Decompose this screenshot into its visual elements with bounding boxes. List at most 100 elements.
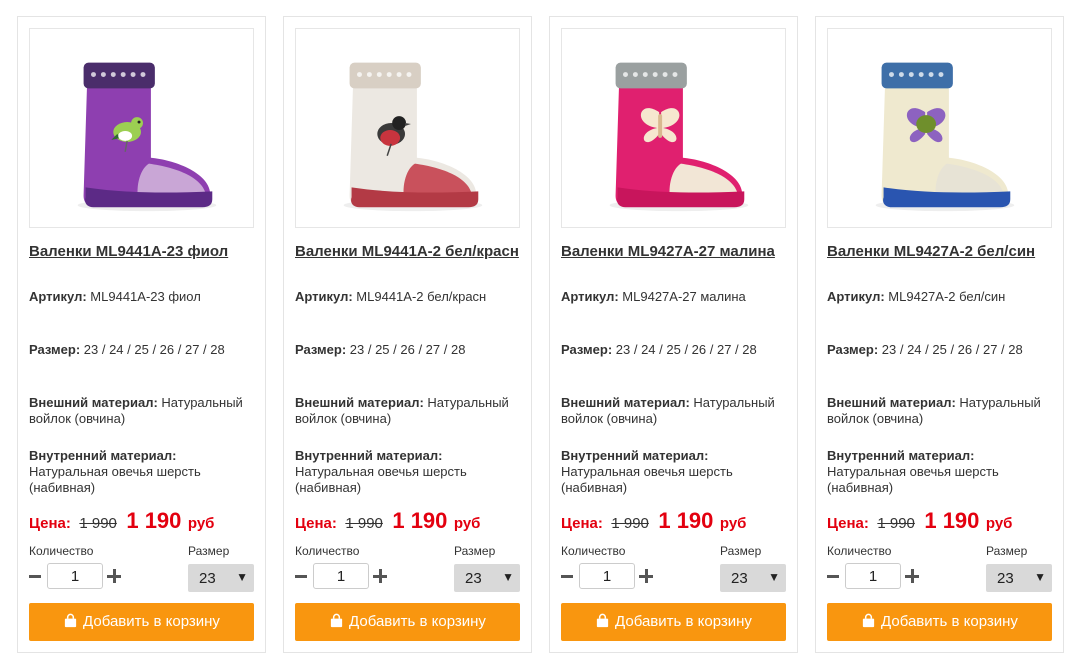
quantity-label: Количество: [295, 544, 360, 558]
price-label: Цена:: [827, 515, 869, 532]
quantity-label: Количество: [827, 544, 892, 558]
inner-material-label: Внутренний материал:: [295, 448, 443, 463]
add-to-cart-label: Добавить в корзину: [615, 613, 752, 630]
size-select[interactable]: 23 ▼: [454, 564, 520, 592]
add-to-cart-button[interactable]: Добавить в корзину: [561, 603, 786, 641]
product-inner-material: Внутренний материал: Натуральная овечья …: [29, 448, 259, 496]
size-select-value: 23: [199, 570, 216, 587]
quantity-decrease-button[interactable]: [827, 575, 839, 578]
article-label: Артикул:: [295, 289, 353, 304]
inner-material-value: Натуральная овечья шерсть (набивная): [827, 464, 999, 495]
sizes-label: Размер:: [29, 342, 81, 357]
outer-material-label: Внешний материал:: [295, 395, 424, 410]
shopping-bag-icon: [861, 613, 876, 628]
new-price: 1 190: [658, 508, 714, 533]
felt-boot-raspberry-butterfly-icon: [562, 29, 785, 227]
sizes-value: 23 / 24 / 25 / 26 / 27 / 28: [83, 342, 225, 357]
product-title-link[interactable]: Валенки ML9441А-23 фиол: [29, 241, 257, 262]
product-card-1: Валенки ML9441А-23 фиол Артикул: ML9441A…: [17, 16, 266, 653]
size-select-label: Размер: [986, 544, 1028, 558]
quantity-input[interactable]: [579, 563, 635, 589]
product-image[interactable]: [827, 28, 1052, 228]
quantity-increase-button[interactable]: [905, 569, 919, 583]
product-title-link[interactable]: Валенки ML9427А-2 бел/син: [827, 241, 1055, 262]
quantity-input[interactable]: [47, 563, 103, 589]
new-price: 1 190: [924, 508, 980, 533]
article-value: ML9441A-23 фиол: [90, 289, 201, 304]
article-label: Артикул:: [29, 289, 87, 304]
product-image[interactable]: [295, 28, 520, 228]
add-to-cart-button[interactable]: Добавить в корзину: [29, 603, 254, 641]
felt-boot-white-blue-butterfly-icon: [828, 29, 1051, 227]
product-article: Артикул: ML9427A-2 бел/син: [827, 289, 1057, 305]
quantity-input[interactable]: [845, 563, 901, 589]
quantity-label: Количество: [29, 544, 94, 558]
size-select-label: Размер: [188, 544, 230, 558]
article-label: Артикул:: [561, 289, 619, 304]
size-select-label: Размер: [720, 544, 762, 558]
inner-material-label: Внутренний материал:: [29, 448, 177, 463]
sizes-value: 23 / 24 / 25 / 26 / 27 / 28: [615, 342, 757, 357]
currency: руб: [985, 515, 1013, 532]
old-price: 1 990: [79, 515, 117, 532]
product-inner-material: Внутренний материал: Натуральная овечья …: [827, 448, 1057, 496]
quantity-decrease-button[interactable]: [29, 575, 41, 578]
product-sizes: Размер: 23 / 24 / 25 / 26 / 27 / 28: [561, 342, 791, 358]
size-select[interactable]: 23 ▼: [720, 564, 786, 592]
add-to-cart-label: Добавить в корзину: [83, 613, 220, 630]
product-price: Цена: 1 990 1 190 руб: [29, 508, 214, 534]
quantity-decrease-button[interactable]: [561, 575, 573, 578]
product-image[interactable]: [561, 28, 786, 228]
inner-material-value: Натуральная овечья шерсть (набивная): [561, 464, 733, 495]
quantity-label: Количество: [561, 544, 626, 558]
outer-material-label: Внешний материал:: [827, 395, 956, 410]
product-outer-material: Внешний материал: Натуральный войлок (ов…: [29, 395, 259, 427]
product-inner-material: Внутренний материал: Натуральная овечья …: [295, 448, 525, 496]
product-title-link[interactable]: Валенки ML9427А-27 малина: [561, 241, 789, 262]
inner-material-label: Внутренний материал:: [827, 448, 975, 463]
quantity-increase-button[interactable]: [639, 569, 653, 583]
felt-boot-white-bullfinch-icon: [296, 29, 519, 227]
currency: руб: [719, 515, 747, 532]
sizes-label: Размер:: [295, 342, 347, 357]
sizes-label: Размер:: [827, 342, 879, 357]
size-select[interactable]: 23 ▼: [986, 564, 1052, 592]
product-outer-material: Внешний материал: Натуральный войлок (ов…: [561, 395, 791, 427]
shopping-bag-icon: [63, 613, 78, 628]
price-label: Цена:: [561, 515, 603, 532]
shopping-bag-icon: [595, 613, 610, 628]
product-article: Артикул: ML9427A-27 малина: [561, 289, 791, 305]
outer-material-label: Внешний материал:: [29, 395, 158, 410]
quantity-increase-button[interactable]: [107, 569, 121, 583]
chevron-down-icon: ▼: [768, 570, 780, 584]
chevron-down-icon: ▼: [1034, 570, 1046, 584]
old-price: 1 990: [877, 515, 915, 532]
product-sizes: Размер: 23 / 25 / 26 / 27 / 28: [295, 342, 525, 358]
product-title-link[interactable]: Валенки ML9441А-2 бел/красн: [295, 241, 523, 262]
add-to-cart-button[interactable]: Добавить в корзину: [295, 603, 520, 641]
quantity-increase-button[interactable]: [373, 569, 387, 583]
product-image[interactable]: [29, 28, 254, 228]
new-price: 1 190: [126, 508, 182, 533]
chevron-down-icon: ▼: [236, 570, 248, 584]
quantity-input[interactable]: [313, 563, 369, 589]
size-select[interactable]: 23 ▼: [188, 564, 254, 592]
add-to-cart-label: Добавить в корзину: [349, 613, 486, 630]
size-select-value: 23: [465, 570, 482, 587]
sizes-value: 23 / 25 / 26 / 27 / 28: [349, 342, 466, 357]
inner-material-value: Натуральная овечья шерсть (набивная): [295, 464, 467, 495]
currency: руб: [453, 515, 481, 532]
product-card-4: Валенки ML9427А-2 бел/син Артикул: ML942…: [815, 16, 1064, 653]
product-inner-material: Внутренний материал: Натуральная овечья …: [561, 448, 791, 496]
add-to-cart-button[interactable]: Добавить в корзину: [827, 603, 1052, 641]
price-label: Цена:: [29, 515, 71, 532]
size-select-value: 23: [997, 570, 1014, 587]
sizes-value: 23 / 24 / 25 / 26 / 27 / 28: [881, 342, 1023, 357]
product-card-2: Валенки ML9441А-2 бел/красн Артикул: ML9…: [283, 16, 532, 653]
product-article: Артикул: ML9441A-2 бел/красн: [295, 289, 525, 305]
product-article: Артикул: ML9441A-23 фиол: [29, 289, 259, 305]
shopping-bag-icon: [329, 613, 344, 628]
quantity-decrease-button[interactable]: [295, 575, 307, 578]
old-price: 1 990: [611, 515, 649, 532]
article-value: ML9427A-27 малина: [622, 289, 746, 304]
